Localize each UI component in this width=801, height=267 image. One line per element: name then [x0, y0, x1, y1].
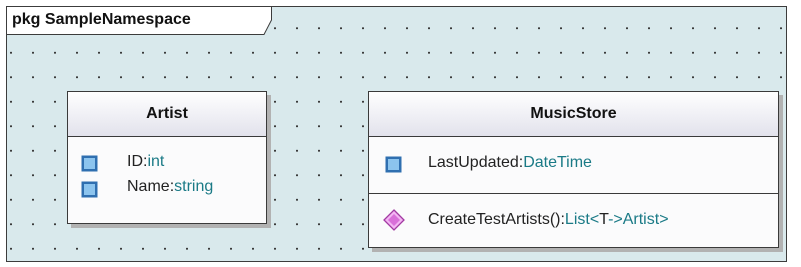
generic-open: < — [589, 211, 600, 228]
attribute-name: ID — [127, 153, 143, 170]
attribute-lastupdated[interactable]: LastUpdated:DateTime — [428, 154, 592, 172]
attribute-name-field[interactable]: Name:string — [127, 178, 213, 196]
class-artist-header: Artist — [68, 92, 266, 137]
operation-createtestartists[interactable]: CreateTestArtists():List<T->Artist> — [428, 211, 669, 229]
class-musicstore-operations: CreateTestArtists():List<T->Artist> — [369, 193, 778, 247]
attribute-name: Name — [127, 178, 170, 195]
operation-name: CreateTestArtists — [428, 211, 550, 228]
attribute-id[interactable]: ID:int — [127, 153, 164, 171]
class-musicstore[interactable]: MusicStore LastUpdated:DateTime CreateTe… — [368, 91, 779, 248]
class-artist[interactable]: Artist ID:int Name:string — [67, 91, 267, 224]
class-musicstore-name: MusicStore — [530, 105, 617, 122]
attribute-icon — [81, 181, 98, 198]
package-title: pkg SampleNamespace — [12, 11, 191, 29]
attribute-type: DateTime — [523, 154, 592, 171]
operation-icon — [383, 209, 405, 231]
class-musicstore-header: MusicStore — [369, 92, 778, 137]
operation-params: () — [549, 211, 561, 228]
operation-return-type: List — [564, 211, 590, 228]
attribute-type: int — [147, 153, 165, 170]
attribute-type: string — [174, 178, 214, 195]
class-artist-name: Artist — [146, 105, 188, 122]
package-name: SampleNamespace — [44, 11, 191, 28]
generic-arg: Artist — [622, 211, 660, 228]
generic-close: > — [659, 211, 669, 228]
package-keyword: pkg — [12, 11, 41, 28]
attribute-icon — [81, 155, 98, 172]
class-artist-attributes: ID:int Name:string — [68, 137, 266, 223]
class-musicstore-attributes: LastUpdated:DateTime — [369, 137, 778, 193]
generic-arrow: -> — [608, 211, 623, 228]
attribute-name: LastUpdated — [428, 154, 519, 171]
generic-param: T — [599, 211, 609, 228]
attribute-icon — [385, 156, 402, 173]
